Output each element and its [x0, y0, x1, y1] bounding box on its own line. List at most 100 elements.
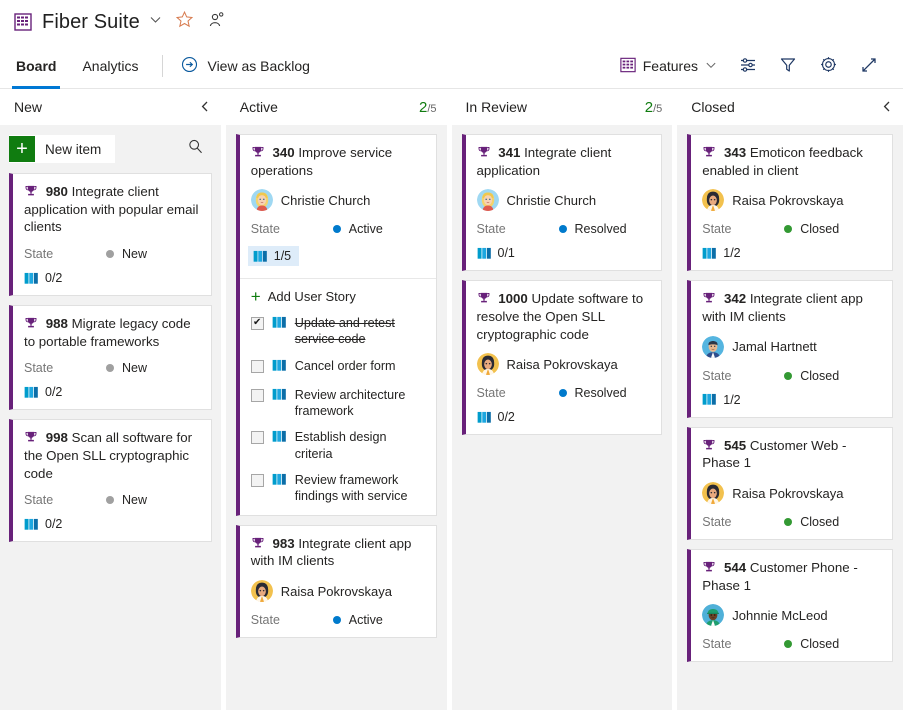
checkbox[interactable] [251, 360, 264, 373]
checklist-item[interactable]: Update and retest service code [251, 315, 425, 348]
child-count-text: 0/2 [45, 517, 62, 531]
column-title: In Review [466, 99, 527, 115]
board-columns: New+New item 980 Integrate client applic… [0, 90, 903, 710]
child-item-count[interactable]: 0/2 [24, 271, 200, 285]
board-card[interactable]: 544 Customer Phone - Phase 1 Johnnie McL… [687, 549, 893, 662]
column-title: Active [240, 99, 278, 115]
board-card[interactable]: 545 Customer Web - Phase 1 Raisa Pokrovs… [687, 427, 893, 540]
tab-analytics[interactable]: Analytics [80, 44, 140, 89]
status-badge: Closed [800, 369, 839, 383]
chevron-left-icon[interactable] [199, 100, 211, 115]
chevron-left-icon[interactable] [881, 100, 893, 115]
story-book-icon [272, 473, 287, 491]
assignee-name: Johnnie McLeod [732, 608, 827, 623]
board-card[interactable]: 983 Integrate client app with IM clients… [236, 525, 437, 638]
plus-icon: + [9, 136, 35, 162]
settings-button[interactable] [808, 50, 849, 82]
checkbox[interactable] [251, 431, 264, 444]
funnel-icon [779, 56, 797, 77]
card-state-row: StateClosed [702, 515, 881, 529]
new-item-row: +New item [9, 134, 212, 164]
card-assignee[interactable]: Raisa Pokrovskaya [702, 189, 881, 211]
child-item-count[interactable]: 1/2 [702, 246, 881, 260]
card-assignee[interactable]: Raisa Pokrovskaya [251, 580, 425, 602]
board-card[interactable]: 998 Scan all software for the Open SLL c… [9, 419, 212, 542]
board-card[interactable]: 1000 Update software to resolve the Open… [462, 280, 663, 435]
card-assignee[interactable]: Raisa Pokrovskaya [702, 482, 881, 504]
card-assignee[interactable]: Raisa Pokrovskaya [477, 353, 651, 375]
column-header-right [199, 100, 211, 115]
board-card[interactable]: 980 Integrate client application with po… [9, 173, 212, 296]
board-page: Fiber Suite Board Analytics [0, 0, 903, 710]
avatar-image [251, 580, 273, 602]
avatar-image [702, 482, 724, 504]
chevron-down-icon [705, 58, 717, 74]
child-item-count[interactable]: 0/2 [24, 517, 200, 531]
card-assignee[interactable]: Johnnie McLeod [702, 604, 881, 626]
card-id: 980 [46, 184, 68, 199]
filter-button[interactable] [768, 50, 808, 82]
checklist-item-text: Establish design criteria [295, 429, 425, 462]
star-icon[interactable] [175, 10, 194, 34]
checklist-item[interactable]: Review framework findings with service [251, 472, 425, 505]
board-card[interactable]: 341 Integrate client application Christi… [462, 134, 663, 271]
search-icon[interactable] [187, 138, 204, 160]
checkbox[interactable] [251, 474, 264, 487]
card-title: 988 Migrate legacy code to portable fram… [24, 315, 200, 350]
child-item-count[interactable]: 1/5 [248, 246, 299, 266]
card-list: 343 Emoticon feedback enabled in client … [687, 134, 893, 662]
new-item-button[interactable]: +New item [9, 135, 115, 163]
card-id: 544 [724, 560, 746, 575]
card-assignee[interactable]: Christie Church [477, 189, 651, 211]
checkbox[interactable] [251, 317, 264, 330]
story-book-icon [272, 473, 287, 486]
trophy-icon [24, 184, 38, 198]
child-item-count[interactable]: 0/2 [477, 410, 651, 424]
story-book-icon [477, 411, 492, 424]
board-card[interactable]: 988 Migrate legacy code to portable fram… [9, 305, 212, 410]
checkbox[interactable] [251, 389, 264, 402]
child-count-text: 1/2 [723, 393, 740, 407]
column-header: Active2/5 [226, 90, 447, 124]
avatar [702, 482, 724, 504]
child-item-count[interactable]: 0/1 [477, 246, 651, 260]
card-list: 340 Improve service operations Christie … [236, 134, 437, 638]
card-state-row: StateNew [24, 247, 200, 261]
checklist-item[interactable]: Establish design criteria [251, 429, 425, 462]
board-card[interactable]: 340 Improve service operations Christie … [236, 134, 437, 516]
child-item-count[interactable]: 0/2 [24, 385, 200, 399]
checklist-item[interactable]: Review architecture framework [251, 387, 425, 420]
board-toolbar: Features [609, 50, 903, 82]
person-icon[interactable] [208, 11, 226, 34]
column-body: +New item 980 Integrate client applicati… [0, 124, 221, 710]
trophy-icon [702, 291, 716, 305]
board-card[interactable]: 342 Integrate client app with IM clients… [687, 280, 893, 417]
wip-current-count: 2 [645, 99, 653, 116]
fullscreen-button[interactable] [849, 50, 889, 82]
card-assignee[interactable]: Christie Church [251, 189, 425, 211]
chevron-down-icon[interactable] [149, 13, 162, 31]
story-book-icon [702, 393, 717, 406]
state-label: State [251, 613, 333, 627]
tab-board[interactable]: Board [14, 44, 58, 89]
assignee-name: Raisa Pokrovskaya [281, 584, 392, 599]
board-card[interactable]: 343 Emoticon feedback enabled in client … [687, 134, 893, 271]
features-selector[interactable]: Features [609, 50, 728, 82]
card-state-row: StateResolved [477, 386, 651, 400]
board-grid-icon [14, 13, 32, 31]
checklist-item[interactable]: Cancel order form [251, 358, 425, 377]
child-item-count[interactable]: 1/2 [702, 393, 881, 407]
child-count-text: 1/5 [274, 249, 291, 263]
card-id: 342 [724, 291, 746, 306]
card-id: 1000 [498, 291, 528, 306]
card-assignee[interactable]: Jamal Hartnett [702, 336, 881, 358]
checklist-item-text: Review framework findings with service [295, 472, 425, 505]
status-dot [106, 250, 114, 258]
view-as-backlog-button[interactable]: View as Backlog [181, 56, 309, 76]
card-state-row: StateNew [24, 361, 200, 375]
add-user-story-button[interactable]: +Add User Story [251, 288, 425, 305]
board-settings-sliders-button[interactable] [728, 50, 768, 82]
card-state-row: StateClosed [702, 637, 881, 651]
column-body: 343 Emoticon feedback enabled in client … [677, 124, 903, 710]
avatar [702, 189, 724, 211]
